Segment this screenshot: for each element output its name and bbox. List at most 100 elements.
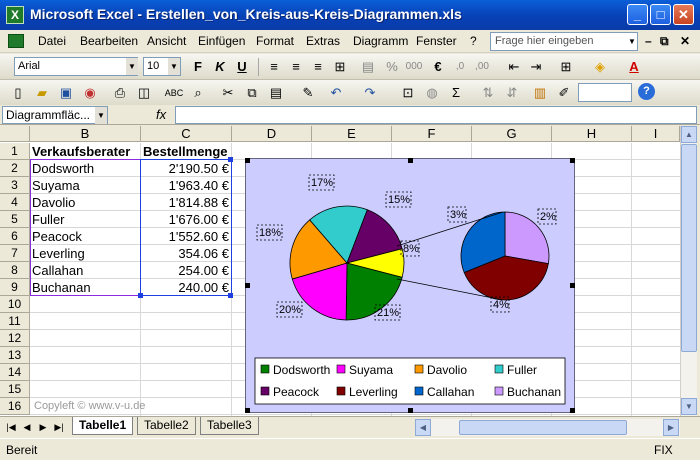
minimize-button[interactable]: _ — [627, 4, 648, 25]
menu-format[interactable]: Format — [256, 34, 294, 48]
zoom-combo[interactable] — [578, 83, 632, 102]
namebox-dropdown-icon[interactable]: ▼ — [95, 107, 107, 124]
legend-label[interactable]: Buchanan — [507, 385, 561, 399]
col-header-d[interactable]: D — [232, 126, 312, 142]
chart-selection-handle[interactable] — [570, 158, 575, 163]
underline-button[interactable]: U — [232, 57, 252, 77]
legend-swatch[interactable] — [336, 364, 346, 374]
cut-icon[interactable]: ✂ — [218, 83, 238, 103]
copy-icon[interactable]: ⧉ — [242, 83, 262, 103]
data-label[interactable]: 8% — [403, 243, 419, 255]
fill-color-icon[interactable]: ◈ — [590, 57, 610, 77]
row-header[interactable]: 2 — [0, 160, 30, 177]
legend-swatch[interactable] — [414, 386, 424, 396]
data-label[interactable]: 18% — [259, 227, 281, 239]
menu-einfuegen[interactable]: Einfügen — [198, 34, 245, 48]
decrease-indent-icon[interactable]: ⇤ — [504, 57, 524, 77]
data-label[interactable]: 21% — [377, 307, 399, 319]
legend-swatch[interactable] — [494, 386, 504, 396]
row-header[interactable]: 10 — [0, 296, 30, 313]
row-header[interactable]: 1 — [0, 143, 30, 160]
drawing-icon[interactable]: ✐ — [554, 83, 574, 103]
help-icon[interactable]: ? — [638, 83, 655, 100]
formula-input[interactable] — [175, 106, 697, 124]
row-header[interactable]: 4 — [0, 194, 30, 211]
row-header[interactable]: 13 — [0, 347, 30, 364]
row-header[interactable]: 14 — [0, 364, 30, 381]
last-sheet-icon[interactable]: ▶| — [52, 420, 66, 435]
undo-icon[interactable]: ↶ — [326, 83, 346, 103]
chart-selection-handle[interactable] — [570, 408, 575, 413]
chart-selection-handle[interactable] — [245, 283, 250, 288]
doc-restore-icon[interactable]: ⧉ — [660, 34, 669, 49]
vertical-scrollbar[interactable]: ▲ ▼ — [680, 126, 697, 416]
font-color-icon[interactable]: A — [624, 57, 644, 77]
sort-ascending-icon[interactable]: ⇅ — [478, 83, 498, 103]
size-dropdown-icon[interactable]: ▼ — [168, 58, 180, 75]
pie-of-pie-chart[interactable]: 17% 15% 18% 8% 20% 21% 3% 2% 4% Dodsworth Suyama Da… — [245, 158, 575, 413]
table-header-cell[interactable]: Bestellmenge — [141, 143, 232, 160]
col-header-c[interactable]: C — [141, 126, 232, 142]
help-search-input[interactable]: Frage hier eingeben — [490, 32, 638, 51]
tab-tabelle2[interactable]: Tabelle2 — [137, 417, 196, 435]
chart-selection-handle[interactable] — [245, 158, 250, 163]
range-handle[interactable] — [228, 293, 233, 298]
col-header-g[interactable]: G — [472, 126, 552, 142]
row-header[interactable]: 8 — [0, 262, 30, 279]
legend-label[interactable]: Suyama — [349, 363, 393, 377]
menu-extras[interactable]: Extras — [306, 34, 340, 48]
chart-selection-handle[interactable] — [245, 408, 250, 413]
col-header-i[interactable]: I — [632, 126, 680, 142]
legend-label[interactable]: Callahan — [427, 385, 474, 399]
menu-bearbeiten[interactable]: Bearbeiten — [80, 34, 138, 48]
menu-ansicht[interactable]: Ansicht — [147, 34, 186, 48]
document-icon[interactable] — [8, 34, 24, 48]
data-label[interactable]: 2% — [540, 211, 556, 223]
legend-swatch[interactable] — [260, 364, 270, 374]
legend-label[interactable]: Davolio — [427, 363, 467, 377]
merge-center-icon[interactable]: ⊞ — [330, 57, 350, 77]
align-left-icon[interactable]: ≡ — [264, 57, 284, 77]
sort-descending-icon[interactable]: ⇵ — [502, 83, 522, 103]
format-painter-icon[interactable]: ✎ — [298, 83, 318, 103]
row-header[interactable]: 3 — [0, 177, 30, 194]
next-sheet-icon[interactable]: ▶ — [36, 420, 50, 435]
row-header[interactable]: 12 — [0, 330, 30, 347]
chart-selection-handle[interactable] — [408, 408, 413, 413]
excel-app-icon[interactable]: X — [6, 6, 24, 24]
row-header[interactable]: 15 — [0, 381, 30, 398]
spelling-icon[interactable]: ABC — [164, 83, 184, 103]
data-label[interactable]: 15% — [388, 194, 410, 206]
row-header[interactable]: 6 — [0, 228, 30, 245]
open-folder-icon[interactable]: ▰ — [32, 83, 52, 103]
legend-swatch[interactable] — [414, 364, 424, 374]
hyperlink-icon[interactable]: ⊡ — [398, 83, 418, 103]
font-dropdown-icon[interactable]: ▼ — [126, 58, 138, 75]
range-handle[interactable] — [138, 293, 143, 298]
research-icon[interactable]: ⌕ — [188, 83, 208, 103]
currency-icon[interactable]: ▤ — [358, 57, 378, 77]
borders-icon[interactable]: ⊞ — [556, 57, 576, 77]
table-header-cell[interactable]: Verkaufsberater — [30, 143, 141, 160]
col-header-b[interactable]: B — [30, 126, 141, 142]
first-sheet-icon[interactable]: |◀ — [4, 420, 18, 435]
increase-indent-icon[interactable]: ⇥ — [526, 57, 546, 77]
menu-fenster[interactable]: Fenster — [416, 34, 457, 48]
legend-swatch[interactable] — [336, 386, 346, 396]
print-preview-icon[interactable]: ◫ — [134, 83, 154, 103]
range-handle[interactable] — [228, 157, 233, 162]
save-icon[interactable]: ▣ — [56, 83, 76, 103]
percent-button[interactable]: % — [382, 57, 402, 77]
legend-label[interactable]: Peacock — [273, 385, 320, 399]
chart-object[interactable]: 17% 15% 18% 8% 20% 21% 3% 2% 4% Dodsworth Suyama Da… — [245, 158, 575, 413]
autosum-icon[interactable]: Σ — [446, 83, 466, 103]
tab-tabelle1[interactable]: Tabelle1 — [72, 417, 134, 435]
italic-button[interactable]: K — [210, 57, 230, 77]
bold-button[interactable]: F — [188, 57, 208, 77]
doc-minimize-icon[interactable]: – — [645, 34, 652, 48]
worksheet-grid[interactable]: B C D E F G H I 1 2 3 4 5 6 7 8 9 10 11 … — [0, 126, 680, 416]
horizontal-scroll-thumb[interactable] — [459, 420, 627, 435]
vertical-scroll-thumb[interactable] — [681, 144, 697, 352]
new-file-icon[interactable]: ▯ — [8, 83, 28, 103]
insert-object-icon[interactable]: ◍ — [422, 83, 442, 103]
